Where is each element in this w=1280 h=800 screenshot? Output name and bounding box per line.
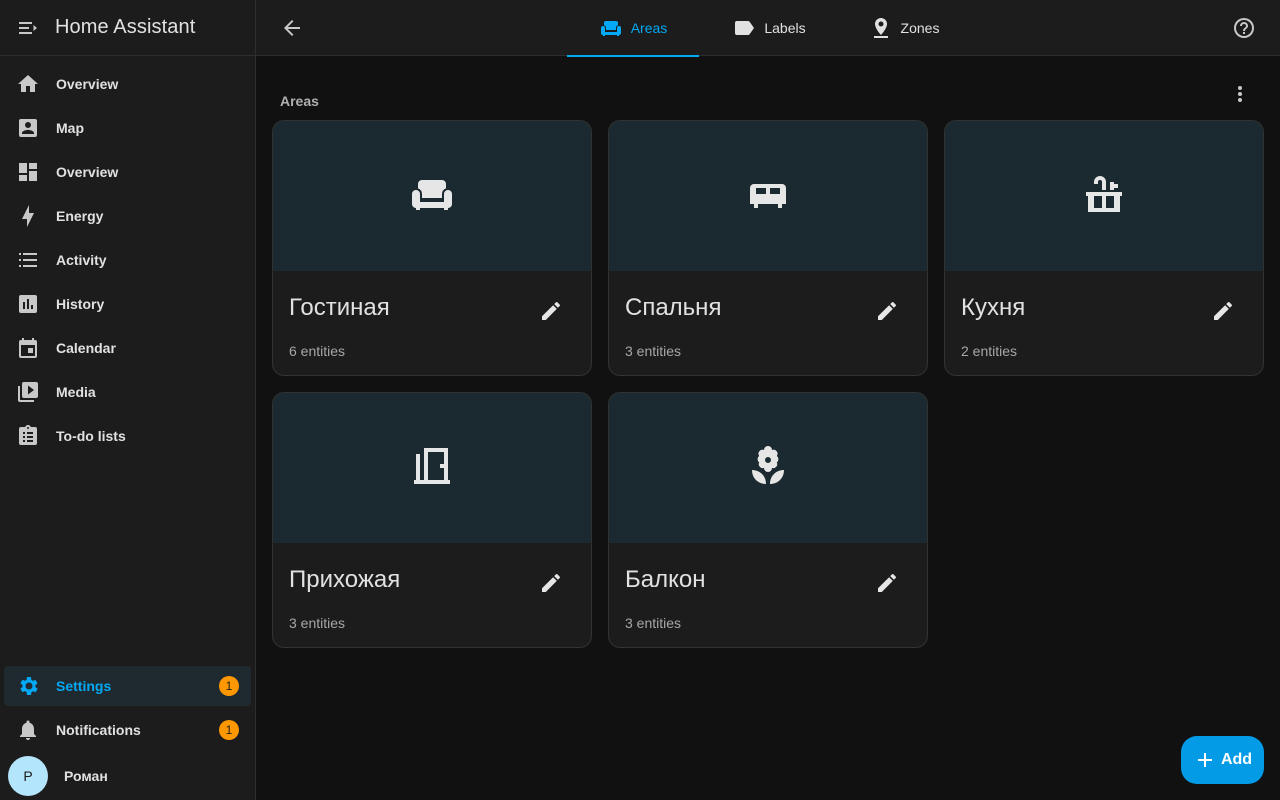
tab-label: Labels xyxy=(764,20,806,36)
bell-icon xyxy=(16,718,40,742)
area-entity-count: 6 entities xyxy=(289,343,346,359)
area-entity-count: 3 entities xyxy=(289,615,346,631)
area-picture xyxy=(273,393,591,543)
menu-collapse-icon[interactable] xyxy=(16,16,40,40)
add-area-button[interactable]: Add xyxy=(1181,736,1264,784)
sidebar-item-overview-dashboard[interactable]: Overview xyxy=(0,150,255,194)
sidebar-item-calendar[interactable]: Calendar xyxy=(0,326,255,370)
sidebar-item-label: Overview xyxy=(56,164,119,180)
area-name: Спальня xyxy=(625,294,722,321)
sidebar-item-todo[interactable]: To-do lists xyxy=(0,414,255,458)
pencil-icon[interactable] xyxy=(875,571,899,595)
gear-icon xyxy=(16,674,40,698)
pencil-icon[interactable] xyxy=(539,571,563,595)
sidebar-item-label: History xyxy=(56,296,105,312)
tab-bar: Areas Labels Zones xyxy=(567,0,969,57)
areas-page: Areas Гостиная 6 entities Спальня 3 enti… xyxy=(256,56,1280,800)
user-name: Роман xyxy=(64,768,108,784)
flower-icon xyxy=(744,442,792,495)
sidebar-item-map[interactable]: Map xyxy=(0,106,255,150)
tab-label: Areas xyxy=(630,20,668,36)
sidebar-item-label: Notifications xyxy=(56,722,141,738)
avatar: Р xyxy=(8,756,48,796)
sidebar-item-activity[interactable]: Activity xyxy=(0,238,255,282)
area-picture xyxy=(273,121,591,271)
sidebar-item-label: Media xyxy=(56,384,96,400)
app-title: Home Assistant xyxy=(55,16,196,38)
pencil-icon[interactable] xyxy=(875,299,899,323)
area-name: Гостиная xyxy=(289,294,390,321)
tab-label: Zones xyxy=(900,20,940,36)
sidebar-item-settings[interactable]: Settings 1 xyxy=(4,666,251,706)
area-name: Прихожая xyxy=(289,566,401,593)
area-card[interactable]: Кухня 2 entities xyxy=(944,120,1264,376)
area-entity-count: 3 entities xyxy=(625,343,682,359)
area-entity-count: 3 entities xyxy=(625,615,682,631)
pencil-icon[interactable] xyxy=(539,299,563,323)
area-name: Балкон xyxy=(625,566,706,593)
activity-icon xyxy=(16,248,40,272)
sink-icon xyxy=(1080,170,1128,223)
sidebar-item-label: To-do lists xyxy=(56,428,126,444)
sidebar-item-energy[interactable]: Energy xyxy=(0,194,255,238)
area-card[interactable]: Гостиная 6 entities xyxy=(272,120,592,376)
more-vert-icon[interactable] xyxy=(1228,82,1252,106)
tab-zones[interactable]: Zones xyxy=(839,0,969,56)
sidebar-bottom: Settings 1 Notifications 1 Р Роман xyxy=(0,666,255,800)
area-card[interactable]: Спальня 3 entities xyxy=(608,120,928,376)
history-icon xyxy=(16,292,40,316)
tab-labels[interactable]: Labels xyxy=(699,0,839,56)
area-card[interactable]: Балкон 3 entities xyxy=(608,392,928,648)
sidebar-item-label: Map xyxy=(56,120,84,136)
area-entity-count: 2 entities xyxy=(961,343,1018,359)
settings-badge: 1 xyxy=(219,676,239,696)
map-marker-icon xyxy=(869,16,893,40)
map-icon xyxy=(16,116,40,140)
energy-icon xyxy=(16,204,40,228)
notifications-badge: 1 xyxy=(219,720,239,740)
sidebar-item-notifications[interactable]: Notifications 1 xyxy=(0,708,255,752)
plus-icon xyxy=(1193,748,1217,772)
sidebar-item-history[interactable]: History xyxy=(0,282,255,326)
sidebar-item-label: Energy xyxy=(56,208,104,224)
sidebar-item-media[interactable]: Media xyxy=(0,370,255,414)
sofa-icon xyxy=(599,16,623,40)
home-icon xyxy=(16,72,40,96)
sidebar-header: Home Assistant xyxy=(0,0,255,56)
back-arrow-icon[interactable] xyxy=(280,16,304,40)
help-icon[interactable] xyxy=(1232,16,1256,40)
sidebar: Home Assistant Overview Map Overview Ene… xyxy=(0,0,256,800)
todo-icon xyxy=(16,424,40,448)
door-icon xyxy=(408,442,456,495)
sidebar-item-label: Activity xyxy=(56,252,107,268)
calendar-icon xyxy=(16,336,40,360)
bed-icon xyxy=(744,170,792,223)
dashboard-icon xyxy=(16,160,40,184)
area-picture xyxy=(609,393,927,543)
label-icon xyxy=(732,16,756,40)
area-picture xyxy=(945,121,1263,271)
pencil-icon[interactable] xyxy=(1211,299,1235,323)
add-button-label: Add xyxy=(1220,751,1253,768)
sidebar-nav: Overview Map Overview Energy Activity Hi… xyxy=(0,62,255,458)
sofa-icon xyxy=(408,170,456,223)
sidebar-item-label: Settings xyxy=(56,678,112,694)
area-card[interactable]: Прихожая 3 entities xyxy=(272,392,592,648)
media-icon xyxy=(16,380,40,404)
top-bar: Areas Labels Zones xyxy=(256,0,1280,57)
area-picture xyxy=(609,121,927,271)
sidebar-item-overview[interactable]: Overview xyxy=(0,62,255,106)
sidebar-item-label: Calendar xyxy=(56,340,116,356)
area-name: Кухня xyxy=(961,294,1026,321)
sidebar-item-user[interactable]: Р Роман xyxy=(0,752,255,800)
section-title: Areas xyxy=(280,93,319,109)
tab-areas[interactable]: Areas xyxy=(567,0,699,57)
sidebar-item-label: Overview xyxy=(56,76,119,92)
